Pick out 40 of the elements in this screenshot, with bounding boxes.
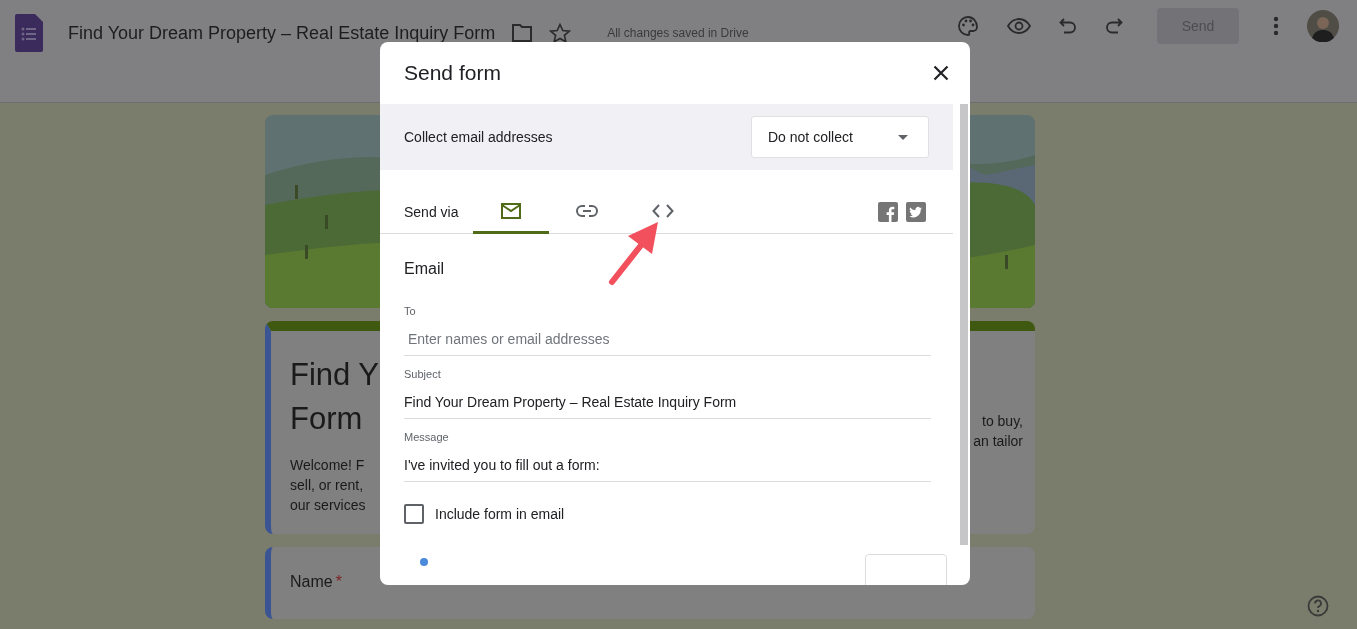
form-description-text: our services [290,496,367,515]
form-title-text: Find Y [290,356,380,394]
collect-email-label: Collect email addresses [404,129,553,145]
redo-icon[interactable] [1105,17,1123,35]
dialog-title: Send form [404,61,501,85]
send-via-label: Send via [404,204,459,220]
twitter-icon[interactable] [906,202,926,222]
field-label: Subject [404,368,442,380]
form-description-text: to buy, [981,412,1023,431]
dropdown-caret-icon [898,134,908,140]
palette-icon[interactable] [957,15,979,37]
link-dot [420,558,428,566]
eye-icon[interactable] [1007,18,1031,34]
help-icon[interactable] [1307,595,1329,617]
link-icon [576,204,599,217]
code-icon [652,203,675,218]
required-mark: * [335,573,342,592]
collect-dropdown[interactable]: Do not collect [751,116,929,158]
field-label: Message [404,431,450,443]
save-status: All changes saved in Drive [607,26,749,40]
star-icon[interactable] [549,22,572,44]
close-icon[interactable] [933,65,949,81]
document-title: Find Your Dream Property – Real Estate Inquiry Form [68,22,496,44]
form-description-text: sell, or rent, [290,476,365,495]
include-form-label: Include form in email [435,506,565,522]
facebook-icon[interactable] [878,202,898,222]
section-heading: Email [404,260,445,278]
field-label: To [404,305,417,317]
forms-logo-icon [15,14,43,52]
form-title-text: Form [290,400,364,438]
more-icon[interactable] [1273,16,1279,36]
question-label: Name [290,573,333,592]
undo-icon[interactable] [1059,17,1077,35]
form-description-text: an tailor [972,432,1023,451]
form-description-text: Welcome! F [290,456,366,475]
include-checkbox[interactable] [404,504,424,524]
folder-icon[interactable] [511,24,534,42]
envelope-icon [501,202,522,219]
scrollbar[interactable] [960,104,968,545]
avatar-icon[interactable] [1307,10,1339,42]
